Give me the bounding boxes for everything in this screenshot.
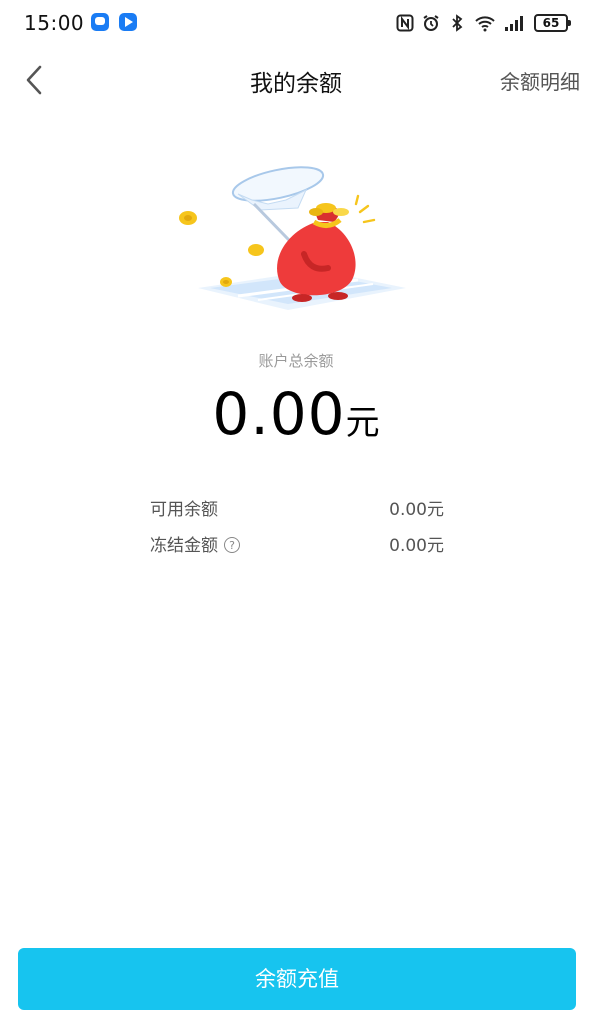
available-balance-row: 可用余额 0.00元 — [150, 495, 444, 520]
balance-detail-link[interactable]: 余额明细 — [500, 66, 580, 95]
status-bar: 15:00 65 — [0, 0, 592, 46]
total-balance: 0.00元 — [0, 380, 592, 448]
currency-unit: 元 — [345, 403, 380, 443]
battery-icon: 65 — [534, 14, 571, 32]
help-icon[interactable]: ? — [224, 537, 240, 553]
total-balance-amount: 0.00 — [212, 380, 346, 448]
alarm-icon — [423, 15, 439, 31]
message-icon — [91, 13, 109, 31]
frozen-amount-row: 冻结金额? 0.00元 — [150, 531, 444, 556]
status-time: 15:00 — [24, 11, 85, 35]
frozen-amount-value: 0.00元 — [389, 536, 444, 556]
video-icon — [119, 13, 137, 31]
money-bag-illustration — [179, 166, 406, 310]
total-balance-label: 账户总余额 — [258, 352, 334, 370]
system-icons: 65 — [396, 12, 571, 34]
frozen-amount-key: 冻结金额? — [150, 531, 240, 556]
frozen-amount-label: 冻结金额 — [150, 536, 218, 556]
nav-bar: 我的余额 余额明细 — [0, 50, 592, 110]
topup-button[interactable]: 余额充值 — [18, 948, 576, 1010]
available-balance-value: 0.00元 — [389, 500, 444, 520]
bluetooth-icon — [452, 14, 463, 32]
nfc-icon — [396, 14, 414, 32]
available-balance-label: 可用余额 — [150, 500, 218, 520]
signal-icon — [505, 16, 523, 31]
wifi-icon — [475, 16, 495, 32]
